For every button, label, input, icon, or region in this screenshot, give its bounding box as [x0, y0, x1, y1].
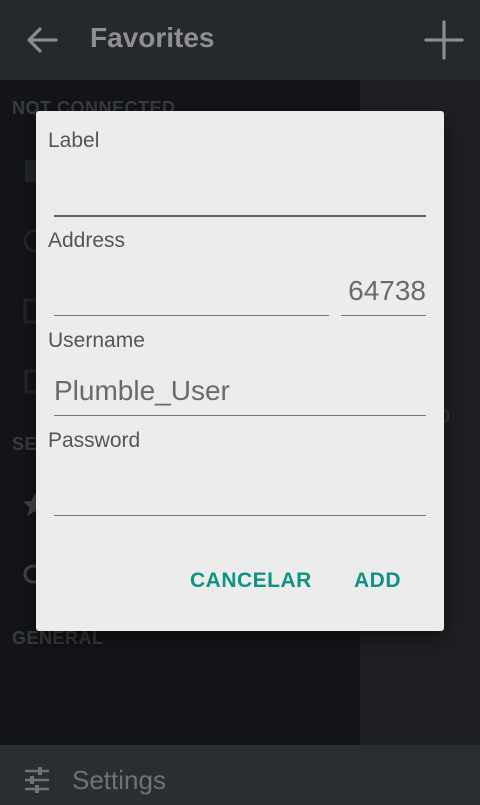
- add-favorite-dialog: Label Address 64738 Username Plumble_Use…: [36, 111, 444, 631]
- username-caption: Username: [48, 329, 145, 352]
- password-caption: Password: [48, 429, 141, 452]
- cancel-button[interactable]: CANCELAR: [190, 569, 312, 593]
- drawer-item-settings-label: Settings: [72, 765, 166, 795]
- port-field-value: 64738: [348, 275, 426, 306]
- username-field-value: Plumble_User: [54, 375, 230, 406]
- address-field[interactable]: [54, 275, 329, 316]
- label-caption: Label: [48, 129, 100, 152]
- label-field[interactable]: [54, 175, 426, 217]
- settings-sliders-icon: [25, 767, 49, 793]
- address-caption: Address: [48, 229, 126, 252]
- drawer-item-settings[interactable]: Settings: [0, 757, 360, 805]
- password-field[interactable]: [54, 475, 426, 516]
- username-field[interactable]: Plumble_User: [54, 375, 426, 416]
- port-field[interactable]: 64738: [341, 275, 426, 316]
- add-button[interactable]: ADD: [354, 569, 401, 593]
